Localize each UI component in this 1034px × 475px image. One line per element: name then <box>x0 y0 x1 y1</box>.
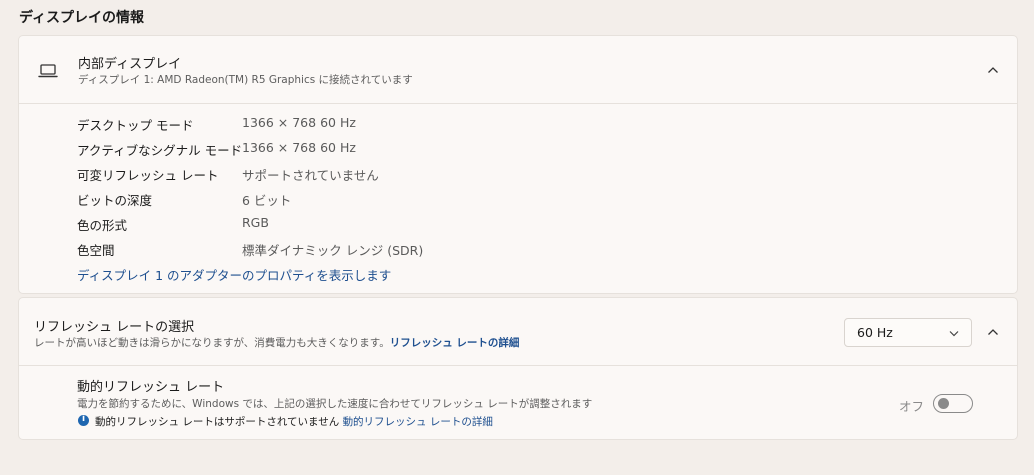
row-label-vrr: 可変リフレッシュ レート <box>77 168 219 183</box>
refresh-rate-card: リフレッシュ レートの選択 レートが高いほど動きは滑らかになりますが、消費電力も… <box>18 297 1018 440</box>
toggle-state-label: オフ <box>899 399 925 414</box>
dynamic-refresh-description: 電力を節約するために、Windows では、上記の選択した速度に合わせてリフレッ… <box>77 398 593 410</box>
dynamic-refresh-note-text: 動的リフレッシュ レートはサポートされていません <box>95 416 340 428</box>
row-value-desktop-mode: 1366 × 768 60 Hz <box>242 115 356 130</box>
dynamic-refresh-title: 動的リフレッシュ レート <box>77 380 225 395</box>
adapter-properties-link[interactable]: ディスプレイ 1 のアダプターのプロパティを表示します <box>77 265 391 284</box>
collapse-refresh-rate-button[interactable] <box>979 318 1007 346</box>
dynamic-refresh-note: 動的リフレッシュ レートはサポートされていません 動的リフレッシュ レートの詳細 <box>95 414 493 429</box>
row-value-bit-depth: 6 ビット <box>242 193 292 208</box>
internal-display-title: 内部ディスプレイ <box>78 57 182 72</box>
row-label-desktop-mode: デスクトップ モード <box>77 118 194 133</box>
chevron-down-icon <box>949 331 959 337</box>
dynamic-refresh-toggle[interactable] <box>933 394 973 413</box>
internal-display-card: 内部ディスプレイ ディスプレイ 1: AMD Radeon(TM) R5 Gra… <box>18 35 1018 294</box>
row-value-color-format: RGB <box>242 215 269 230</box>
row-value-active-signal-mode: 1366 × 768 60 Hz <box>242 140 356 155</box>
toggle-knob <box>938 398 949 409</box>
refresh-rate-description: レートが高いほど動きは滑らかになりますが、消費電力も大きくなります。リフレッシュ… <box>34 335 519 350</box>
refresh-rate-title: リフレッシュ レートの選択 <box>34 320 195 335</box>
refresh-rate-description-text: レートが高いほど動きは滑らかになりますが、消費電力も大きくなります。 <box>34 337 390 349</box>
row-label-bit-depth: ビットの深度 <box>77 193 153 208</box>
divider <box>19 103 1017 104</box>
row-label-color-format: 色の形式 <box>77 218 128 233</box>
dynamic-refresh-details-link[interactable]: 動的リフレッシュ レートの詳細 <box>343 416 493 428</box>
chevron-up-icon <box>988 67 998 73</box>
internal-display-subtitle: ディスプレイ 1: AMD Radeon(TM) R5 Graphics に接続… <box>78 74 413 86</box>
laptop-icon <box>38 63 58 83</box>
section-title: ディスプレイの情報 <box>19 10 145 26</box>
chevron-up-icon <box>988 329 998 335</box>
refresh-rate-dropdown[interactable]: 60 Hz <box>844 318 972 347</box>
refresh-rate-selected: 60 Hz <box>857 325 893 340</box>
info-icon: i <box>78 414 89 426</box>
row-value-vrr: サポートされていません <box>242 168 379 183</box>
row-value-color-space: 標準ダイナミック レンジ (SDR) <box>242 243 424 258</box>
collapse-display-button[interactable] <box>979 56 1007 84</box>
row-label-color-space: 色空間 <box>77 243 115 258</box>
refresh-rate-details-link[interactable]: リフレッシュ レートの詳細 <box>390 337 520 349</box>
divider <box>19 365 1017 366</box>
row-label-active-signal-mode: アクティブなシグナル モード <box>77 143 243 158</box>
